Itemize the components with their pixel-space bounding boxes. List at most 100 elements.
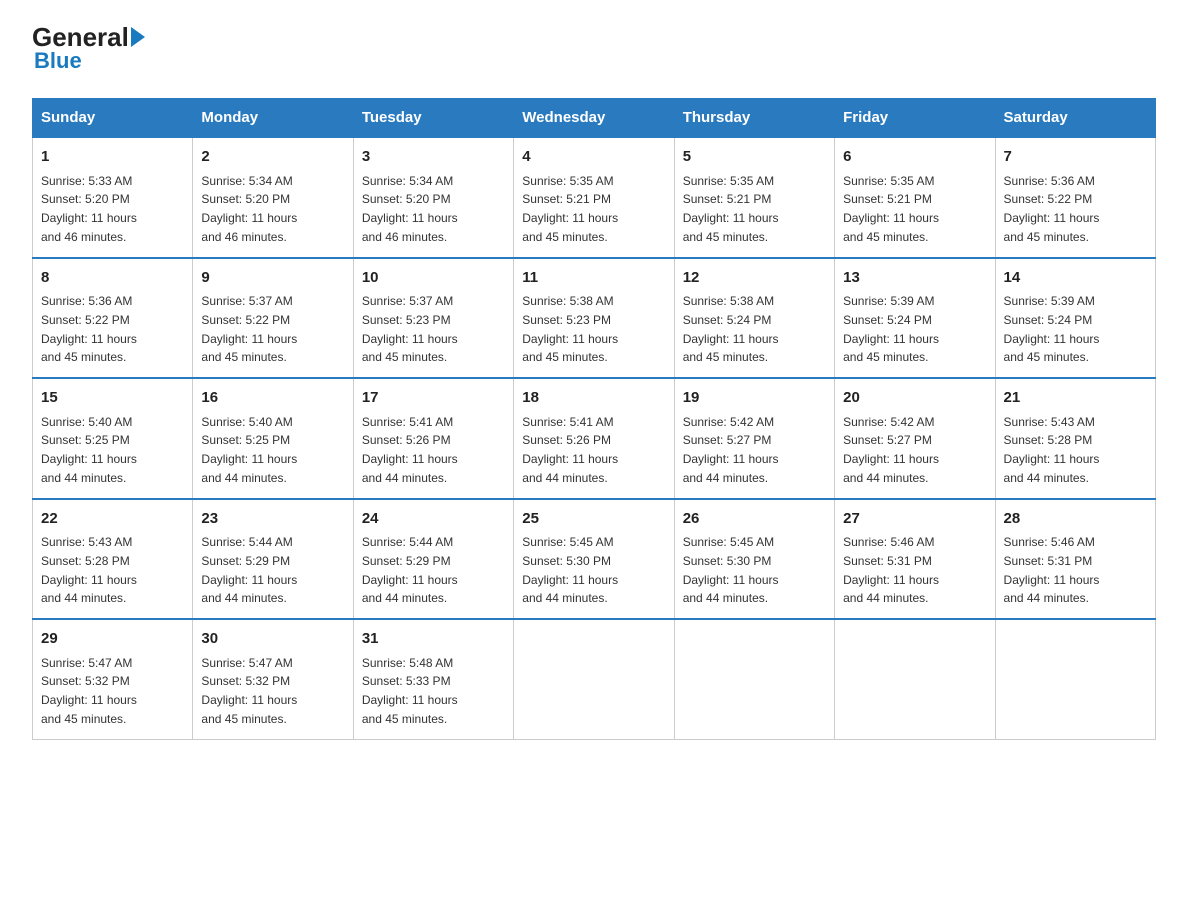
header-cell-saturday: Saturday	[995, 99, 1155, 138]
header-cell-monday: Monday	[193, 99, 353, 138]
day-number: 4	[522, 146, 665, 169]
logo-blue: Blue	[34, 48, 82, 74]
calendar-cell: 17 Sunrise: 5:41 AMSunset: 5:26 PMDaylig…	[353, 378, 513, 499]
day-number: 6	[843, 146, 986, 169]
calendar-cell: 18 Sunrise: 5:41 AMSunset: 5:26 PMDaylig…	[514, 378, 674, 499]
header-cell-thursday: Thursday	[674, 99, 834, 138]
day-info: Sunrise: 5:35 AMSunset: 5:21 PMDaylight:…	[522, 174, 618, 244]
calendar-cell: 24 Sunrise: 5:44 AMSunset: 5:29 PMDaylig…	[353, 499, 513, 620]
day-number: 5	[683, 146, 826, 169]
day-number: 20	[843, 387, 986, 410]
calendar-cell: 19 Sunrise: 5:42 AMSunset: 5:27 PMDaylig…	[674, 378, 834, 499]
day-number: 3	[362, 146, 505, 169]
day-number: 18	[522, 387, 665, 410]
day-number: 10	[362, 267, 505, 290]
day-info: Sunrise: 5:44 AMSunset: 5:29 PMDaylight:…	[362, 535, 458, 605]
week-row-5: 29 Sunrise: 5:47 AMSunset: 5:32 PMDaylig…	[33, 619, 1156, 739]
calendar-cell: 26 Sunrise: 5:45 AMSunset: 5:30 PMDaylig…	[674, 499, 834, 620]
header-row: SundayMondayTuesdayWednesdayThursdayFrid…	[33, 99, 1156, 138]
page-header: General Blue	[32, 24, 1156, 74]
calendar-table: SundayMondayTuesdayWednesdayThursdayFrid…	[32, 98, 1156, 740]
calendar-cell: 5 Sunrise: 5:35 AMSunset: 5:21 PMDayligh…	[674, 137, 834, 258]
day-number: 27	[843, 508, 986, 531]
day-info: Sunrise: 5:45 AMSunset: 5:30 PMDaylight:…	[522, 535, 618, 605]
calendar-cell: 8 Sunrise: 5:36 AMSunset: 5:22 PMDayligh…	[33, 258, 193, 379]
calendar-cell: 12 Sunrise: 5:38 AMSunset: 5:24 PMDaylig…	[674, 258, 834, 379]
calendar-cell: 25 Sunrise: 5:45 AMSunset: 5:30 PMDaylig…	[514, 499, 674, 620]
day-number: 19	[683, 387, 826, 410]
day-info: Sunrise: 5:41 AMSunset: 5:26 PMDaylight:…	[362, 415, 458, 485]
calendar-body: 1 Sunrise: 5:33 AMSunset: 5:20 PMDayligh…	[33, 137, 1156, 739]
header-cell-wednesday: Wednesday	[514, 99, 674, 138]
day-info: Sunrise: 5:46 AMSunset: 5:31 PMDaylight:…	[1004, 535, 1100, 605]
day-number: 24	[362, 508, 505, 531]
calendar-cell	[514, 619, 674, 739]
calendar-cell: 23 Sunrise: 5:44 AMSunset: 5:29 PMDaylig…	[193, 499, 353, 620]
day-number: 11	[522, 267, 665, 290]
logo-triangle-icon	[131, 27, 145, 47]
calendar-cell: 6 Sunrise: 5:35 AMSunset: 5:21 PMDayligh…	[835, 137, 995, 258]
calendar-cell	[835, 619, 995, 739]
day-number: 9	[201, 267, 344, 290]
day-number: 29	[41, 628, 184, 651]
day-info: Sunrise: 5:45 AMSunset: 5:30 PMDaylight:…	[683, 535, 779, 605]
day-info: Sunrise: 5:35 AMSunset: 5:21 PMDaylight:…	[683, 174, 779, 244]
day-number: 22	[41, 508, 184, 531]
day-number: 2	[201, 146, 344, 169]
calendar-header: SundayMondayTuesdayWednesdayThursdayFrid…	[33, 99, 1156, 138]
calendar-cell: 7 Sunrise: 5:36 AMSunset: 5:22 PMDayligh…	[995, 137, 1155, 258]
day-info: Sunrise: 5:40 AMSunset: 5:25 PMDaylight:…	[201, 415, 297, 485]
day-info: Sunrise: 5:43 AMSunset: 5:28 PMDaylight:…	[41, 535, 137, 605]
day-number: 16	[201, 387, 344, 410]
calendar-cell	[674, 619, 834, 739]
day-number: 7	[1004, 146, 1147, 169]
day-number: 25	[522, 508, 665, 531]
calendar-cell: 11 Sunrise: 5:38 AMSunset: 5:23 PMDaylig…	[514, 258, 674, 379]
day-number: 13	[843, 267, 986, 290]
calendar-cell: 3 Sunrise: 5:34 AMSunset: 5:20 PMDayligh…	[353, 137, 513, 258]
day-info: Sunrise: 5:37 AMSunset: 5:23 PMDaylight:…	[362, 294, 458, 364]
day-info: Sunrise: 5:44 AMSunset: 5:29 PMDaylight:…	[201, 535, 297, 605]
day-info: Sunrise: 5:37 AMSunset: 5:22 PMDaylight:…	[201, 294, 297, 364]
day-info: Sunrise: 5:35 AMSunset: 5:21 PMDaylight:…	[843, 174, 939, 244]
day-number: 31	[362, 628, 505, 651]
day-number: 14	[1004, 267, 1147, 290]
calendar-cell: 10 Sunrise: 5:37 AMSunset: 5:23 PMDaylig…	[353, 258, 513, 379]
calendar-cell: 4 Sunrise: 5:35 AMSunset: 5:21 PMDayligh…	[514, 137, 674, 258]
calendar-cell: 9 Sunrise: 5:37 AMSunset: 5:22 PMDayligh…	[193, 258, 353, 379]
day-number: 8	[41, 267, 184, 290]
day-number: 15	[41, 387, 184, 410]
day-info: Sunrise: 5:38 AMSunset: 5:24 PMDaylight:…	[683, 294, 779, 364]
day-info: Sunrise: 5:36 AMSunset: 5:22 PMDaylight:…	[1004, 174, 1100, 244]
day-info: Sunrise: 5:34 AMSunset: 5:20 PMDaylight:…	[362, 174, 458, 244]
day-info: Sunrise: 5:34 AMSunset: 5:20 PMDaylight:…	[201, 174, 297, 244]
calendar-cell: 14 Sunrise: 5:39 AMSunset: 5:24 PMDaylig…	[995, 258, 1155, 379]
header-cell-friday: Friday	[835, 99, 995, 138]
day-number: 28	[1004, 508, 1147, 531]
calendar-cell: 13 Sunrise: 5:39 AMSunset: 5:24 PMDaylig…	[835, 258, 995, 379]
week-row-2: 8 Sunrise: 5:36 AMSunset: 5:22 PMDayligh…	[33, 258, 1156, 379]
calendar-cell: 31 Sunrise: 5:48 AMSunset: 5:33 PMDaylig…	[353, 619, 513, 739]
day-info: Sunrise: 5:33 AMSunset: 5:20 PMDaylight:…	[41, 174, 137, 244]
calendar-cell: 20 Sunrise: 5:42 AMSunset: 5:27 PMDaylig…	[835, 378, 995, 499]
week-row-1: 1 Sunrise: 5:33 AMSunset: 5:20 PMDayligh…	[33, 137, 1156, 258]
week-row-4: 22 Sunrise: 5:43 AMSunset: 5:28 PMDaylig…	[33, 499, 1156, 620]
day-number: 23	[201, 508, 344, 531]
day-number: 12	[683, 267, 826, 290]
day-number: 30	[201, 628, 344, 651]
calendar-cell: 28 Sunrise: 5:46 AMSunset: 5:31 PMDaylig…	[995, 499, 1155, 620]
day-info: Sunrise: 5:41 AMSunset: 5:26 PMDaylight:…	[522, 415, 618, 485]
calendar-cell: 30 Sunrise: 5:47 AMSunset: 5:32 PMDaylig…	[193, 619, 353, 739]
week-row-3: 15 Sunrise: 5:40 AMSunset: 5:25 PMDaylig…	[33, 378, 1156, 499]
day-number: 21	[1004, 387, 1147, 410]
day-info: Sunrise: 5:38 AMSunset: 5:23 PMDaylight:…	[522, 294, 618, 364]
day-info: Sunrise: 5:39 AMSunset: 5:24 PMDaylight:…	[1004, 294, 1100, 364]
calendar-cell	[995, 619, 1155, 739]
day-info: Sunrise: 5:46 AMSunset: 5:31 PMDaylight:…	[843, 535, 939, 605]
day-info: Sunrise: 5:47 AMSunset: 5:32 PMDaylight:…	[41, 656, 137, 726]
day-info: Sunrise: 5:48 AMSunset: 5:33 PMDaylight:…	[362, 656, 458, 726]
day-info: Sunrise: 5:36 AMSunset: 5:22 PMDaylight:…	[41, 294, 137, 364]
day-info: Sunrise: 5:39 AMSunset: 5:24 PMDaylight:…	[843, 294, 939, 364]
calendar-cell: 29 Sunrise: 5:47 AMSunset: 5:32 PMDaylig…	[33, 619, 193, 739]
calendar-cell: 16 Sunrise: 5:40 AMSunset: 5:25 PMDaylig…	[193, 378, 353, 499]
